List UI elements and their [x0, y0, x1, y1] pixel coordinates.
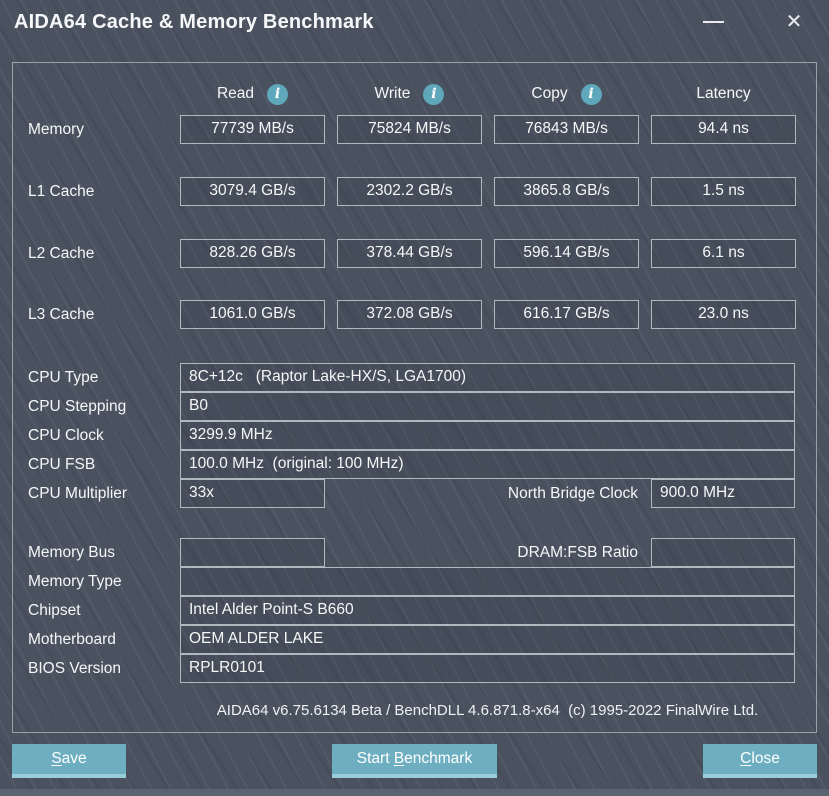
l1-latency-value: 1.5 ns [651, 177, 796, 206]
close-button-label-rest: lose [751, 750, 779, 768]
info-icon[interactable]: i [267, 84, 288, 105]
version-text: AIDA64 v6.75.6134 Beta / BenchDLL 4.6.87… [180, 702, 795, 719]
memory-bus-value [180, 538, 325, 567]
cpu-stepping-value: B0 [180, 392, 795, 421]
row-label-bios-version: BIOS Version [28, 659, 121, 679]
column-header-copy: Copy i [494, 82, 639, 106]
north-bridge-clock-label: North Bridge Clock [340, 484, 638, 504]
start-benchmark-button[interactable]: Start Benchmark [332, 744, 497, 778]
memory-type-value [180, 567, 795, 596]
row-label-cpu-clock: CPU Clock [28, 426, 104, 446]
bios-version-value: RPLR0101 [180, 654, 795, 683]
l2-read-value: 828.26 GB/s [180, 239, 325, 268]
dram-fsb-ratio-label: DRAM:FSB Ratio [340, 543, 638, 563]
l3-read-value: 1061.0 GB/s [180, 300, 325, 329]
memory-write-value: 75824 MB/s [337, 115, 482, 144]
cpu-fsb-value: 100.0 MHz (original: 100 MHz) [180, 450, 795, 479]
row-label-memory: Memory [28, 120, 84, 140]
memory-copy-value: 76843 MB/s [494, 115, 639, 144]
dram-fsb-ratio-value [651, 538, 795, 567]
info-icon[interactable]: i [581, 84, 602, 105]
column-header-latency: Latency [651, 82, 796, 106]
column-header-read: Read i [180, 82, 325, 106]
info-icon[interactable]: i [423, 84, 444, 105]
chipset-value: Intel Alder Point-S B660 [180, 596, 795, 625]
page-title: AIDA64 Cache & Memory Benchmark [14, 11, 374, 34]
memory-read-value: 77739 MB/s [180, 115, 325, 144]
north-bridge-clock-value: 900.0 MHz [651, 479, 795, 508]
l3-copy-value: 616.17 GB/s [494, 300, 639, 329]
close-dialog-button[interactable]: Close [703, 744, 817, 778]
row-label-motherboard: Motherboard [28, 630, 116, 650]
l1-copy-value: 3865.8 GB/s [494, 177, 639, 206]
minimize-icon [703, 21, 724, 23]
column-label-write: Write [375, 85, 411, 103]
cpu-multiplier-value: 33x [180, 479, 325, 508]
row-label-l3-cache: L3 Cache [28, 305, 94, 325]
l1-read-value: 3079.4 GB/s [180, 177, 325, 206]
l3-latency-value: 23.0 ns [651, 300, 796, 329]
start-benchmark-label-rest: enchmark [404, 750, 472, 768]
close-button-accesskey: C [740, 750, 751, 768]
column-header-write: Write i [337, 82, 482, 106]
start-benchmark-label: Start [357, 750, 394, 768]
l2-copy-value: 596.14 GB/s [494, 239, 639, 268]
l3-write-value: 372.08 GB/s [337, 300, 482, 329]
motherboard-value: OEM ALDER LAKE [180, 625, 795, 654]
row-label-cpu-multiplier: CPU Multiplier [28, 484, 127, 504]
column-label-copy: Copy [531, 85, 567, 103]
save-button[interactable]: Save [12, 744, 126, 778]
row-label-memory-bus: Memory Bus [28, 543, 115, 563]
row-label-l2-cache: L2 Cache [28, 244, 94, 264]
l1-write-value: 2302.2 GB/s [337, 177, 482, 206]
start-benchmark-accesskey: B [394, 750, 404, 768]
save-button-accesskey: S [51, 750, 61, 768]
memory-latency-value: 94.4 ns [651, 115, 796, 144]
minimize-button[interactable] [694, 6, 732, 38]
close-button[interactable]: ✕ [775, 6, 813, 38]
row-label-cpu-stepping: CPU Stepping [28, 397, 126, 417]
row-label-cpu-type: CPU Type [28, 368, 98, 388]
l2-latency-value: 6.1 ns [651, 239, 796, 268]
row-label-l1-cache: L1 Cache [28, 182, 94, 202]
row-label-memory-type: Memory Type [28, 572, 122, 592]
cpu-type-value: 8C+12c (Raptor Lake-HX/S, LGA1700) [180, 363, 795, 392]
column-label-latency: Latency [696, 85, 750, 103]
window-bottom-edge [0, 789, 829, 796]
row-label-chipset: Chipset [28, 601, 81, 621]
aida64-window: AIDA64 Cache & Memory Benchmark ✕ Read i… [0, 0, 829, 796]
column-label-read: Read [217, 85, 254, 103]
close-icon: ✕ [786, 12, 803, 32]
cpu-clock-value: 3299.9 MHz [180, 421, 795, 450]
l2-write-value: 378.44 GB/s [337, 239, 482, 268]
save-button-label-rest: ave [62, 750, 87, 768]
row-label-cpu-fsb: CPU FSB [28, 455, 95, 475]
